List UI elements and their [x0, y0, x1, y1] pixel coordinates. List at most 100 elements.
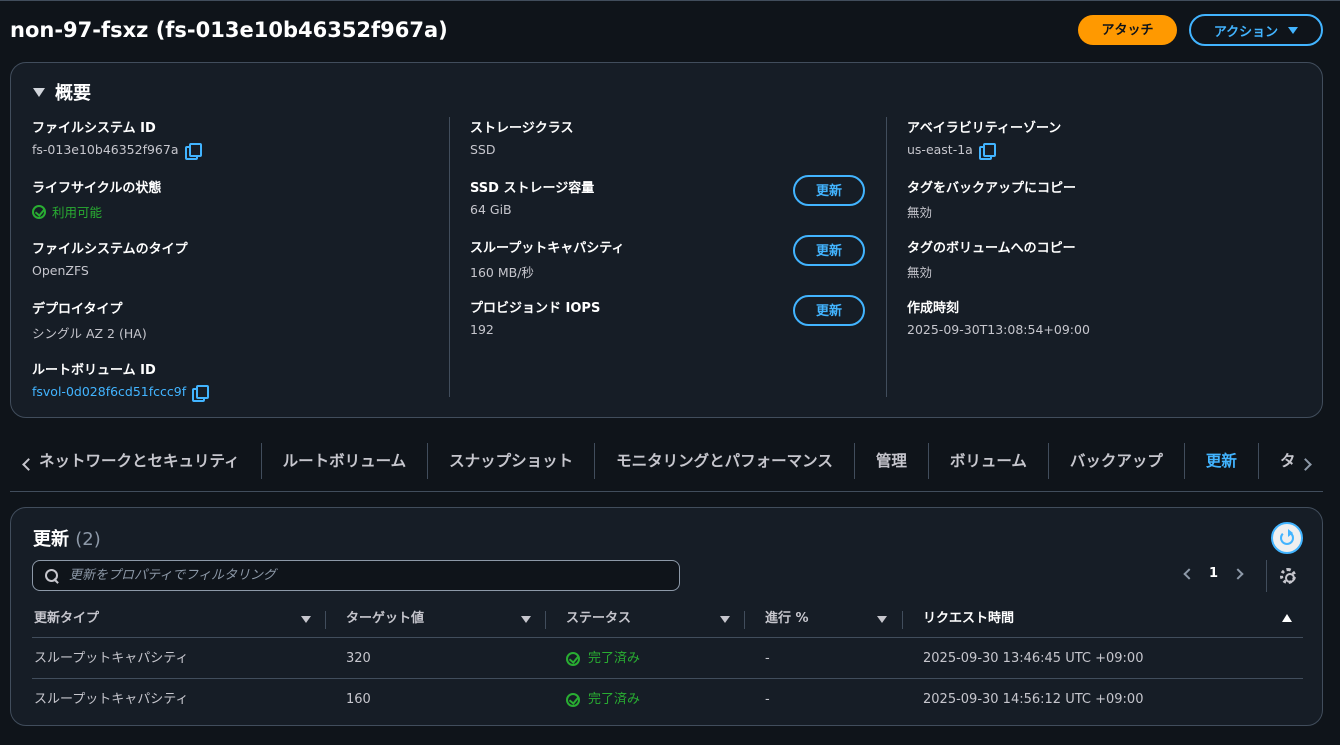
ssd-capacity-value: 64 GiB — [470, 202, 512, 217]
fs-id-label: ファイルシステム ID — [32, 121, 156, 136]
created-time-label: 作成時刻 — [907, 301, 960, 316]
deploy-type-value: シングル AZ 2 (HA) — [32, 326, 147, 341]
check-circle-icon — [32, 204, 46, 219]
current-page[interactable]: 1 — [1209, 566, 1218, 581]
tab-list: ネットワークとセキュリティ ルートボリューム スナップショット モニタリングとパ… — [40, 440, 1294, 482]
deploy-type-field: デプロイタイプ シングル AZ 2 (HA) — [32, 298, 147, 342]
copy-tags-backup-field: タグをバックアップにコピー 無効 — [907, 177, 1076, 221]
update-type-cell: スループットキャパシティ — [34, 692, 189, 707]
updates-count: (2) — [75, 529, 101, 550]
sort-icon[interactable] — [301, 616, 311, 623]
created-time-value: 2025-09-30T13:08:54+09:00 — [907, 322, 1090, 337]
column-header-status[interactable]: ステータス — [566, 604, 631, 638]
summary-panel: 概要 ファイルシステム ID fs-013e10b46352f967a ライフサ… — [10, 62, 1323, 418]
tab-administration[interactable]: 管理 — [855, 443, 929, 479]
tabs-scroll-left[interactable] — [18, 454, 38, 474]
lifecycle-value: 利用可能 — [52, 205, 103, 220]
filter-search-input[interactable] — [69, 568, 649, 583]
summary-toggle[interactable]: 概要 — [33, 79, 91, 105]
check-circle-icon — [566, 651, 580, 666]
column-header-request-time[interactable]: リクエスト時間 — [923, 604, 1014, 638]
root-volume-label: ルートボリューム ID — [32, 363, 156, 378]
fs-type-label: ファイルシステムのタイプ — [32, 242, 188, 257]
detail-tabs: ネットワークとセキュリティ ルートボリューム スナップショット モニタリングとパ… — [10, 440, 1323, 492]
root-volume-link[interactable]: fsvol-0d028f6cd51fccc9f — [32, 384, 186, 399]
tab-updates[interactable]: 更新 — [1185, 443, 1259, 479]
fs-type-field: ファイルシステムのタイプ OpenZFS — [32, 238, 188, 278]
sort-icon[interactable] — [877, 616, 887, 623]
table-row: スループットキャパシティ 160 完了済み - 2025-09-30 14:56… — [32, 679, 1303, 720]
update-storage-button[interactable]: 更新 — [793, 175, 865, 206]
progress-cell: - — [765, 692, 770, 707]
lifecycle-field: ライフサイクルの状態 利用可能 — [32, 177, 161, 221]
copy-icon[interactable] — [192, 384, 210, 402]
tabs-scroll-right[interactable] — [1298, 454, 1318, 474]
column-header-update-type[interactable]: 更新タイプ — [34, 604, 99, 638]
progress-cell: - — [765, 651, 770, 666]
root-volume-field: ルートボリューム ID fsvol-0d028f6cd51fccc9f — [32, 359, 210, 402]
iops-label: プロビジョンド IOPS — [470, 301, 601, 316]
ssd-capacity-label: SSD ストレージ容量 — [470, 181, 595, 196]
update-type-cell: スループットキャパシティ — [34, 651, 189, 666]
lifecycle-label: ライフサイクルの状態 — [32, 181, 162, 196]
copy-icon[interactable] — [184, 142, 202, 160]
update-throughput-button[interactable]: 更新 — [793, 235, 865, 266]
tab-root-volume[interactable]: ルートボリューム — [262, 443, 429, 479]
sort-icon[interactable] — [521, 616, 531, 623]
gear-icon[interactable] — [1280, 568, 1296, 584]
caret-down-icon — [1288, 26, 1299, 34]
tab-network-security[interactable]: ネットワークとセキュリティ — [40, 443, 262, 479]
copy-tags-volume-label: タグのボリュームへのコピー — [907, 241, 1076, 256]
ssd-capacity-field: SSD ストレージ容量 64 GiB — [470, 177, 594, 217]
target-cell: 160 — [346, 692, 371, 707]
chevron-left-icon — [22, 458, 35, 471]
iops-field: プロビジョンド IOPS 192 — [470, 297, 600, 337]
storage-class-value: SSD — [470, 142, 496, 157]
request-time-cell: 2025-09-30 14:56:12 UTC +09:00 — [923, 692, 1144, 707]
updates-heading: 更新 (2) — [33, 529, 101, 550]
throughput-label: スループットキャパシティ — [470, 241, 625, 256]
az-value: us-east-1a — [907, 142, 973, 157]
az-label: アベイラビリティーゾーン — [907, 121, 1062, 136]
table-header: 更新タイプ ターゲット値 ステータス 進行 % リクエスト時間 — [32, 604, 1303, 638]
table-row: スループットキャパシティ 320 完了済み - 2025-09-30 13:46… — [32, 638, 1303, 679]
collapse-triangle-icon — [33, 87, 45, 97]
copy-icon[interactable] — [978, 142, 996, 160]
refresh-button[interactable] — [1271, 522, 1303, 554]
throughput-value: 160 MB/秒 — [470, 265, 534, 280]
tab-snapshots[interactable]: スナップショット — [428, 443, 596, 479]
column-divider — [886, 117, 887, 397]
previous-page-icon[interactable] — [1183, 567, 1195, 580]
fs-id-field: ファイルシステム ID fs-013e10b46352f967a — [32, 117, 202, 160]
copy-tags-backup-label: タグをバックアップにコピー — [907, 181, 1077, 196]
copy-tags-volume-value: 無効 — [907, 265, 933, 280]
pagination: 1 — [1183, 566, 1244, 581]
next-page-icon[interactable] — [1232, 567, 1244, 580]
tab-monitoring[interactable]: モニタリングとパフォーマンス — [595, 443, 855, 479]
actions-dropdown-button[interactable]: アクション — [1189, 14, 1323, 46]
storage-class-field: ストレージクラス SSD — [470, 117, 573, 157]
storage-class-label: ストレージクラス — [470, 121, 574, 136]
created-time-field: 作成時刻 2025-09-30T13:08:54+09:00 — [907, 297, 1090, 337]
search-icon — [45, 568, 59, 583]
tab-tags[interactable]: タグ — [1259, 443, 1294, 479]
attach-button[interactable]: アタッチ — [1078, 15, 1177, 45]
sort-icon[interactable] — [720, 616, 730, 623]
tab-backups[interactable]: バックアップ — [1049, 443, 1185, 479]
actions-label: アクション — [1213, 23, 1279, 39]
status-cell: 完了済み — [566, 638, 640, 679]
update-iops-button[interactable]: 更新 — [793, 295, 865, 326]
iops-value: 192 — [470, 322, 494, 337]
sort-ascending-icon[interactable] — [1282, 614, 1292, 622]
tab-volumes[interactable]: ボリューム — [929, 443, 1049, 479]
pager-divider — [1266, 560, 1267, 592]
column-header-target[interactable]: ターゲット値 — [346, 604, 424, 638]
fs-id-value: fs-013e10b46352f967a — [32, 142, 179, 157]
column-header-progress[interactable]: 進行 % — [765, 604, 809, 638]
column-divider — [449, 117, 450, 397]
filter-search-box — [32, 560, 680, 591]
top-divider — [0, 0, 1340, 1]
fs-type-value: OpenZFS — [32, 263, 89, 278]
check-circle-icon — [566, 692, 580, 707]
request-time-cell: 2025-09-30 13:46:45 UTC +09:00 — [923, 651, 1144, 666]
